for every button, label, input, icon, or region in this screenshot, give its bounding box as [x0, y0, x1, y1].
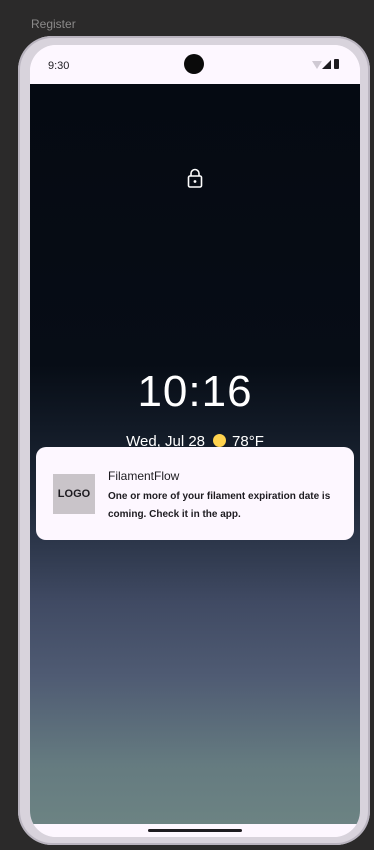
status-time: 9:30: [48, 60, 70, 72]
wifi-icon: [312, 61, 322, 69]
status-icons: [312, 59, 342, 71]
frame-label: Register: [31, 17, 76, 31]
battery-icon: [334, 59, 339, 69]
lock-icon[interactable]: [187, 168, 203, 188]
notification-body: One or more of your filament expiration …: [108, 491, 331, 520]
notification-title: FilamentFlow: [108, 469, 180, 483]
sun-icon: [213, 434, 227, 447]
navigation-bar: [30, 824, 360, 837]
signal-icon: [322, 60, 331, 69]
app-logo: LOGO: [53, 474, 95, 514]
phone-screen: 9:30 10:16 Wed, Jul 28 78°F LOGO Filament…: [30, 45, 360, 837]
notification-card[interactable]: LOGO FilamentFlow One or more of your fi…: [36, 447, 354, 540]
camera-cutout: [184, 54, 204, 74]
status-bar: 9:30: [30, 45, 360, 84]
lockscreen-wallpaper: 10:16 Wed, Jul 28 78°F LOGO FilamentFlow …: [30, 84, 360, 824]
home-indicator[interactable]: [148, 829, 242, 832]
lockscreen-clock: 10:16: [137, 367, 253, 416]
